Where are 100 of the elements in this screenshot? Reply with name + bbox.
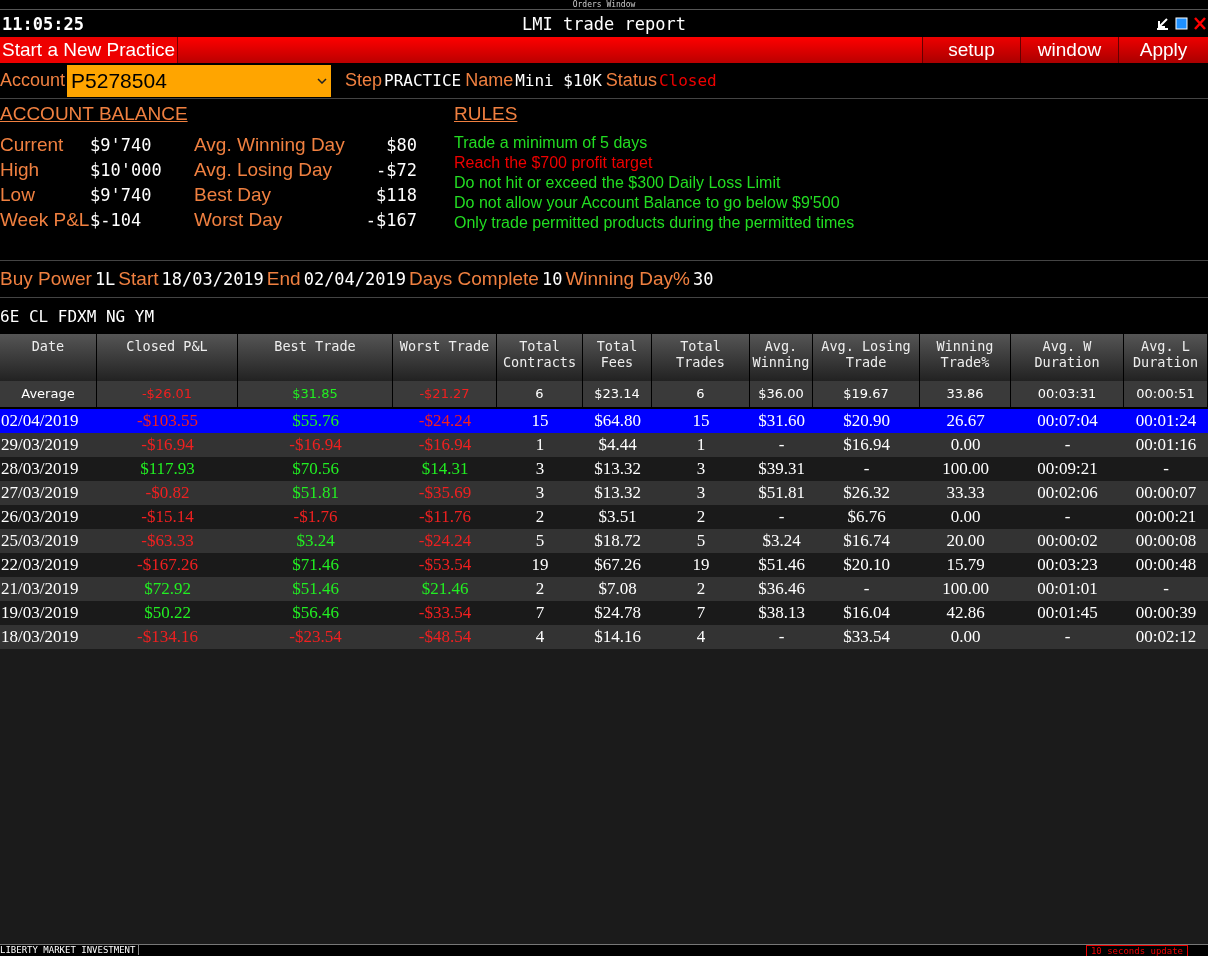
arrow-icon[interactable] — [1156, 17, 1169, 30]
table-cell-text: 2 — [695, 507, 707, 527]
table-cell-text: $117.93 — [139, 459, 196, 479]
table-cell-text: -$11.76 — [418, 507, 472, 527]
table-cell-text: - — [1162, 459, 1170, 479]
summary-value: 18/03/2019 — [161, 269, 264, 289]
table-cell-text: -$24.24 — [417, 411, 473, 431]
table-cell-text: $55.76 — [291, 411, 340, 431]
section-heading: ACCOUNT BALANCE — [0, 103, 188, 125]
table-cell-text: 3 — [534, 459, 546, 479]
status-text: 10 seconds update — [1085, 945, 1188, 956]
table-cell: $31.85 — [238, 381, 393, 407]
table-cell-text: 2 — [534, 579, 546, 599]
table-cell-text: $13.32 — [593, 459, 642, 479]
table-cell-text: $56.46 — [291, 603, 340, 623]
field-value: PRACTICE — [384, 71, 462, 90]
column-header[interactable]: Avg. Losing Trade — [813, 334, 920, 381]
table-row[interactable]: 21/03/2019 $72.92 $51.46 $21.46 2 $7.08 2 $36.46 - 100.00 00:01:01 - — [0, 577, 1208, 601]
window-icon[interactable] — [1175, 17, 1188, 30]
table-row[interactable]: 28/03/2019 $117.93 $70.56 $14.31 3 $13.32 3 $39.31 - 100.00 00:09:21 - — [0, 457, 1208, 481]
table-cell-text: 26/03/2019 — [0, 507, 80, 527]
table-cell-text: -$53.54 — [417, 555, 473, 575]
table-cell-text: $4.44 — [597, 435, 638, 455]
stat-value: $80 — [385, 135, 417, 155]
table-cell-text: $51.81 — [757, 483, 806, 503]
table-cell-text: -$1.76 — [292, 507, 339, 527]
stat-value: $118 — [375, 185, 417, 205]
column-header[interactable]: Total Contracts — [497, 334, 583, 381]
table-cell-text: 100.00 — [941, 459, 990, 479]
column-header[interactable]: Closed P&L — [97, 334, 238, 381]
table-cell-text: $18.72 — [593, 531, 642, 551]
table-cell-text: $64.80 — [593, 411, 642, 431]
table-cell-text: 0.00 — [949, 627, 982, 647]
column-header[interactable]: Avg. L Duration — [1124, 334, 1208, 381]
stat-value: $9'740 — [90, 135, 153, 155]
section-heading: RULES — [454, 103, 518, 125]
table-cell-text: $21.46 — [420, 579, 470, 599]
table-cell-text: 100.00 — [941, 579, 990, 599]
table-row[interactable]: 18/03/2019 -$134.16 -$23.54 -$48.54 4 $14.16 4 - $33.54 0.00 - 00:02:12 — [0, 625, 1208, 649]
close-icon[interactable] — [1194, 17, 1206, 30]
summary-label: Buy Power — [0, 268, 92, 290]
table-cell-text: 4 — [695, 627, 707, 647]
table-cell: $23.14 — [583, 381, 652, 407]
table-cell-text: 22/03/2019 — [0, 555, 80, 575]
summary-value: 30 — [693, 269, 714, 289]
rule-text: Only trade permitted products during the permitted times — [454, 213, 855, 233]
column-header[interactable]: Winning Trade% — [920, 334, 1011, 381]
stat-label: Avg. Losing Day — [194, 159, 333, 181]
table-cell-text: $14.31 — [420, 459, 470, 479]
table-cell-text: 00:01:45 — [1036, 603, 1099, 623]
table-cell-text: 28/03/2019 — [0, 459, 80, 479]
menu-label[interactable]: Start a New Practice — [0, 37, 179, 63]
table-cell-text: $6.76 — [846, 507, 887, 527]
table-cell-text: 00:01:01 — [1036, 579, 1099, 599]
table-row[interactable]: 27/03/2019 -$0.82 $51.81 -$35.69 3 $13.32 3 $51.81 $26.32 33.33 00:02:06 00:00:07 — [0, 481, 1208, 505]
summary-label: End — [266, 268, 301, 290]
table-row[interactable]: 29/03/2019 -$16.94 -$16.94 -$16.94 1 $4.44 1 - $16.94 0.00 - 00:01:16 — [0, 433, 1208, 457]
table-cell-text: -$16.94 — [140, 435, 195, 455]
table-cell-text: 0.00 — [949, 507, 982, 527]
table-cell-text: $7.08 — [597, 579, 638, 599]
product-list: 6E CL FDXM NG YM — [0, 306, 155, 326]
account-dropdown[interactable]: P5278504 — [67, 64, 332, 97]
table-cell-text: 15 — [530, 411, 550, 431]
menu-button[interactable]: Apply — [1118, 37, 1208, 63]
rule-text: Do not hit or exceed the $300 Daily Loss Limit — [454, 173, 782, 193]
column-header[interactable]: Avg. Winning — [750, 334, 813, 381]
table-row[interactable]: 22/03/2019 -$167.26 $71.46 -$53.54 19 $67.26 19 $51.46 $20.10 15.79 00:03:23 00:00:48 — [0, 553, 1208, 577]
column-header[interactable]: Worst Trade — [393, 334, 497, 381]
field-value: Mini $10K — [515, 71, 602, 90]
table-cell-text: 7 — [695, 603, 707, 623]
table-cell-text: $31.60 — [757, 411, 806, 431]
table-row[interactable]: 25/03/2019 -$63.33 $3.24 -$24.24 5 $18.72 5 $3.24 $16.74 20.00 00:00:02 00:00:08 — [0, 529, 1208, 553]
column-header[interactable]: Date — [0, 334, 97, 381]
menu-button[interactable]: setup — [922, 37, 1020, 63]
table-cell-text: -$35.69 — [417, 483, 473, 503]
table-row[interactable]: 26/03/2019 -$15.14 -$1.76 -$11.76 2 $3.51 2 - $6.76 0.00 - 00:00:21 — [0, 505, 1208, 529]
table-cell-text: 3 — [695, 459, 707, 479]
summary-label: Start — [118, 268, 159, 290]
menu-button[interactable]: window — [1020, 37, 1118, 63]
stat-label: Avg. Winning Day — [194, 134, 346, 156]
summary-label: Days Complete — [409, 268, 539, 290]
table-cell: 00:03:31 — [1011, 381, 1124, 407]
table-cell-text: $67.26 — [593, 555, 642, 575]
stat-value: -$72 — [375, 160, 417, 180]
table-cell-text: -$33.54 — [417, 603, 473, 623]
table-row[interactable]: 19/03/2019 $50.22 $56.46 -$33.54 7 $24.78 7 $38.13 $16.04 42.86 00:01:45 00:00:39 — [0, 601, 1208, 625]
column-header[interactable]: Avg. W Duration — [1011, 334, 1124, 381]
stat-value: $9'740 — [90, 185, 153, 205]
table-cell-text: $51.81 — [291, 483, 340, 503]
table-cell-text: 00:02:06 — [1036, 483, 1099, 503]
table-row[interactable]: 02/04/2019 -$103.55 $55.76 -$24.24 15 $64.80 15 $31.60 $20.90 26.67 00:07:04 00:01:24 — [0, 409, 1208, 433]
field-label: Step — [345, 70, 383, 91]
table-cell-text: 18/03/2019 — [0, 627, 80, 647]
column-header[interactable]: Total Fees — [583, 334, 652, 381]
column-header[interactable]: Best Trade — [238, 334, 393, 381]
stat-value: $10'000 — [90, 160, 163, 180]
column-header[interactable]: Total Trades — [652, 334, 750, 381]
rule-text: Do not allow your Account Balance to go below $9'500 — [454, 193, 841, 213]
table-cell: Average — [0, 381, 97, 407]
table-cell-text: 3 — [534, 483, 546, 503]
